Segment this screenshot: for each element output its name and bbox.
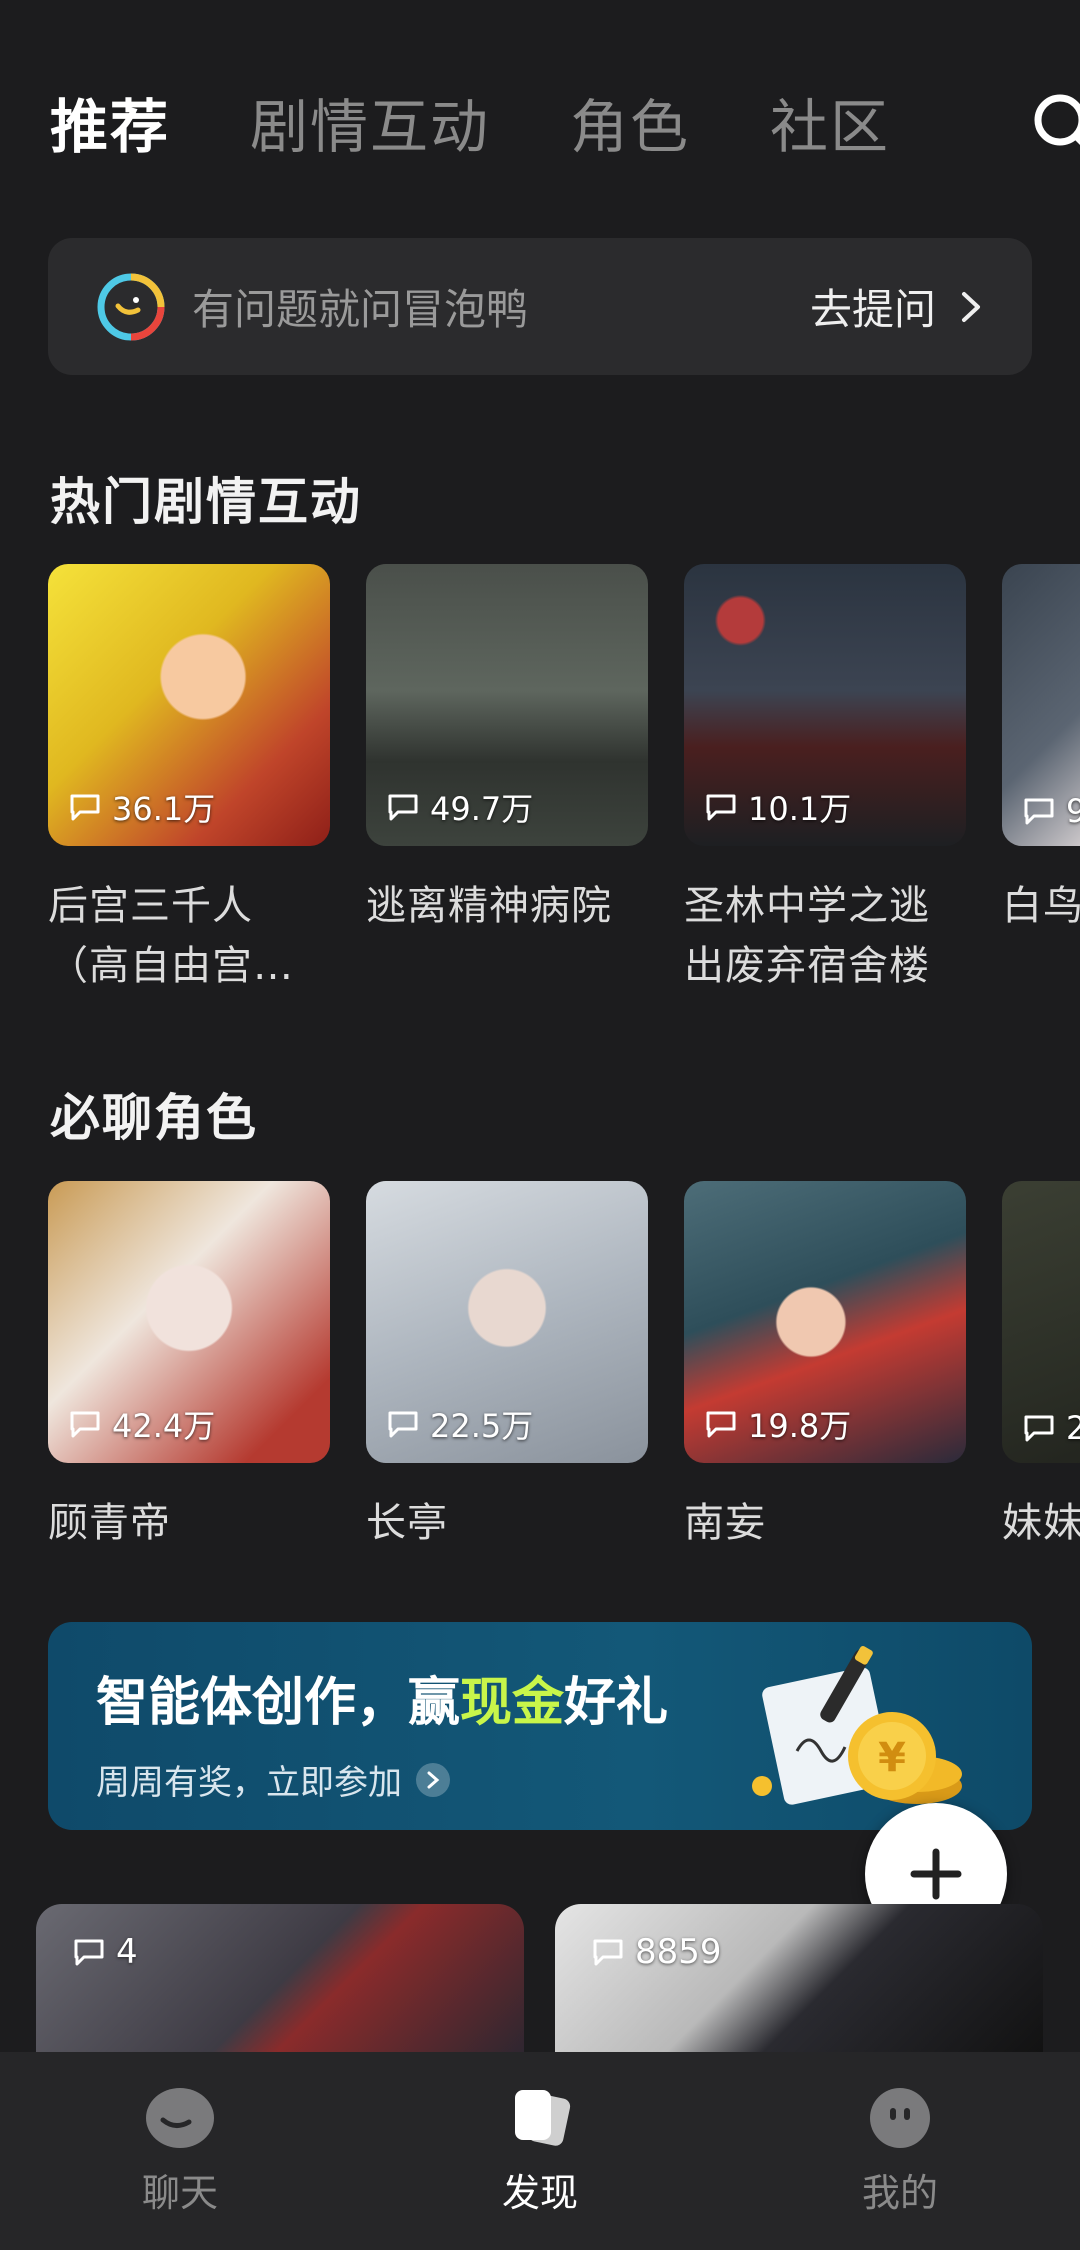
tab-community[interactable]: 社区 <box>770 80 890 164</box>
nav-discover[interactable]: 发现 <box>440 2086 640 2217</box>
chevron-right-icon <box>416 1762 450 1797</box>
story-title: 圣林中学之逃出废弃宿舍楼 <box>684 883 930 989</box>
chat-bubble-icon <box>70 794 100 821</box>
chat-count: 9 <box>1022 792 1080 830</box>
chevron-right-icon <box>962 291 980 322</box>
coin-paper-illustration-icon: ¥ <box>752 1645 962 1805</box>
tab-story-interaction[interactable]: 剧情互动 <box>250 80 490 164</box>
story-card[interactable]: 36.1万 后宫三千人（高自由宫… <box>48 564 330 996</box>
character-avatar: 2 <box>1002 1181 1080 1463</box>
nav-chat[interactable]: 聊天 <box>80 2086 280 2217</box>
character-name: 妹妹 <box>1002 1500 1080 1546</box>
plus-icon <box>910 1848 962 1900</box>
story-card[interactable]: 49.7万 逃离精神病院 <box>366 564 648 996</box>
bottom-nav-bar: 聊天 发现 我的 <box>0 2052 1080 2250</box>
hot-stories-title: 热门剧情互动 <box>50 473 362 531</box>
ask-question-label: 去提问 <box>809 285 936 334</box>
chat-duck-icon <box>146 2087 214 2148</box>
character-avatar: 42.4万 <box>48 1181 330 1463</box>
nav-me-label: 我的 <box>861 2170 938 2215</box>
must-chat-row: 42.4万 顾青帝 22.5万 长亭 19.8万 南妄 2 妹妹 <box>48 1181 1080 1553</box>
character-card[interactable]: 2 妹妹 <box>1002 1181 1080 1553</box>
chat-count: 36.1万 <box>68 784 215 830</box>
tab-recommend[interactable]: 推荐 <box>50 80 170 164</box>
story-card[interactable]: 9 白鸟 <box>1002 564 1080 996</box>
chat-bubble-icon <box>388 794 418 821</box>
bubble-duck-logo-icon <box>97 273 165 340</box>
svg-text:¥: ¥ <box>878 1735 906 1781</box>
search-icon[interactable] <box>1030 90 1080 160</box>
must-chat-title: 必聊角色 <box>50 1089 258 1147</box>
chat-count: 8859 <box>591 1932 722 1972</box>
chat-bubble-icon <box>388 1411 418 1438</box>
feed-card[interactable]: 8859 <box>555 1904 1043 2064</box>
chat-bubble-icon <box>1024 798 1054 825</box>
chat-count: 49.7万 <box>386 784 533 830</box>
chat-count: 4 <box>72 1932 138 1972</box>
story-thumbnail: 36.1万 <box>48 564 330 846</box>
chat-count: 10.1万 <box>704 784 851 830</box>
character-card[interactable]: 22.5万 长亭 <box>366 1181 648 1553</box>
story-card[interactable]: 10.1万 圣林中学之逃出废弃宿舍楼 <box>684 564 966 996</box>
character-avatar: 22.5万 <box>366 1181 648 1463</box>
profile-face-icon <box>870 2087 930 2148</box>
nav-me[interactable]: 我的 <box>800 2086 1000 2217</box>
story-thumbnail: 10.1万 <box>684 564 966 846</box>
character-avatar: 19.8万 <box>684 1181 966 1463</box>
chat-bubble-icon <box>74 1939 104 1966</box>
chat-count: 42.4万 <box>68 1401 215 1447</box>
creation-promo-banner[interactable]: 智能体创作，赢现金好礼 周周有奖，立即参加 ¥ <box>48 1622 1032 1830</box>
ask-question-button[interactable]: 去提问 <box>810 276 984 337</box>
top-tab-bar: 推荐 剧情互动 角色 社区 <box>50 82 1080 162</box>
character-name: 顾青帝 <box>48 1500 171 1546</box>
story-title: 后宫三千人（高自由宫… <box>48 883 294 989</box>
character-name: 南妄 <box>684 1500 766 1546</box>
chat-count: 19.8万 <box>704 1401 851 1447</box>
story-thumbnail: 49.7万 <box>366 564 648 846</box>
ask-bar-prompt: 有问题就问冒泡鸭 <box>192 285 529 334</box>
story-title: 逃离精神病院 <box>366 883 612 929</box>
hot-stories-row: 36.1万 后宫三千人（高自由宫… 49.7万 逃离精神病院 10.1万 圣林中… <box>48 564 1080 996</box>
chat-bubble-icon <box>706 794 736 821</box>
character-name: 长亭 <box>366 1500 448 1546</box>
chat-count: 2 <box>1022 1409 1080 1447</box>
story-title: 白鸟 <box>1002 883 1080 929</box>
chat-bubble-icon <box>706 1411 736 1438</box>
discover-cards-icon <box>515 2089 571 2146</box>
nav-discover-label: 发现 <box>501 2170 578 2215</box>
character-card[interactable]: 42.4万 顾青帝 <box>48 1181 330 1553</box>
chat-bubble-icon <box>70 1411 100 1438</box>
chat-count: 22.5万 <box>386 1401 533 1447</box>
chat-bubble-icon <box>593 1939 623 1966</box>
story-thumbnail: 9 <box>1002 564 1080 846</box>
nav-chat-label: 聊天 <box>141 2170 218 2215</box>
character-card[interactable]: 19.8万 南妄 <box>684 1181 966 1553</box>
chat-bubble-icon <box>1024 1415 1054 1442</box>
ask-question-bar[interactable]: 有问题就问冒泡鸭 去提问 <box>48 238 1032 375</box>
tab-characters[interactable]: 角色 <box>570 80 690 164</box>
feed-card[interactable]: 4 <box>36 1904 524 2064</box>
